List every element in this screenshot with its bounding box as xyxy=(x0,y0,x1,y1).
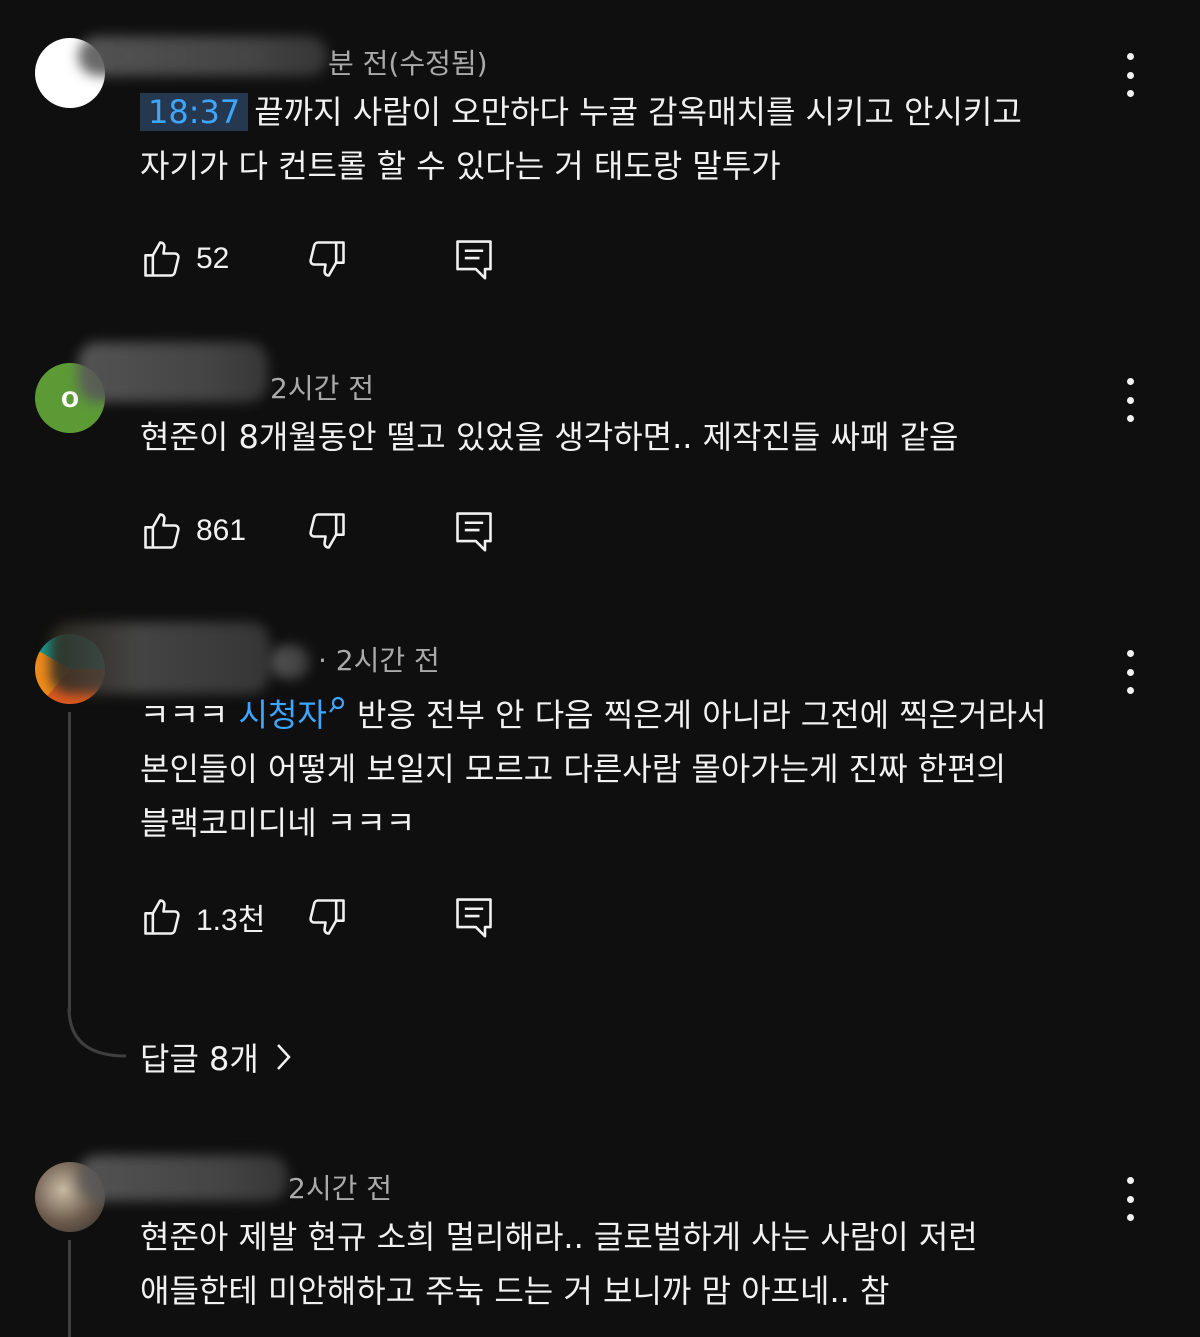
timestamp-link[interactable]: 18:37 xyxy=(140,93,249,131)
thumbs-down-icon xyxy=(309,513,345,549)
replies-count: 답글 8개 xyxy=(140,1040,259,1078)
comment-line: 블랙코미디네 ㅋㅋㅋ xyxy=(140,804,416,842)
dislike-button[interactable] xyxy=(305,893,349,941)
comment-line-suffix: 반응 전부 안 다음 찍은게 아니라 그전에 찍은거라서 xyxy=(346,696,1047,734)
reply-comment-icon xyxy=(456,898,492,938)
like-button[interactable]: 1.3천 xyxy=(140,893,265,941)
blurred-username xyxy=(270,645,310,679)
thread-curve xyxy=(67,1008,127,1058)
more-vert-icon[interactable] xyxy=(1116,1177,1144,1221)
chevron-right-icon xyxy=(276,1044,291,1070)
reply-button[interactable] xyxy=(452,235,496,283)
like-count: 52 xyxy=(196,242,230,275)
reply-button[interactable] xyxy=(452,893,496,941)
dislike-button[interactable] xyxy=(305,235,349,283)
search-link-label: 시청자 xyxy=(238,696,327,734)
thumbs-up-icon xyxy=(144,899,180,935)
blurred-username xyxy=(50,622,270,694)
comment-line: 본인들이 어떻게 보일지 모르고 다른사람 몰아가는게 진짜 한편의 xyxy=(140,750,1007,788)
comment-line: 끝까지 사람이 오만하다 누굴 감옥매치를 시키고 안시키고 xyxy=(254,93,1022,131)
dislike-button[interactable] xyxy=(305,507,349,555)
thumbs-down-icon xyxy=(309,899,345,935)
reply-comment-icon xyxy=(456,512,492,552)
reply-button[interactable] xyxy=(452,507,496,555)
comment-text: ㅋㅋㅋ 시청자 반응 전부 안 다음 찍은게 아니라 그전에 찍은거라서 본인들… xyxy=(140,688,1080,850)
comment-actions: 861 xyxy=(140,507,540,555)
thumbs-up-icon xyxy=(144,513,180,549)
comment-text: 18:37 끝까지 사람이 오만하다 누굴 감옥매치를 시키고 안시키고 자기가 … xyxy=(140,85,1080,193)
thumbs-down-icon xyxy=(309,241,345,277)
more-vert-icon[interactable] xyxy=(1116,650,1144,694)
comment-line: 애들한테 미안해하고 주눅 드는 거 보니까 맘 아프네.. 참 xyxy=(140,1272,890,1310)
like-count: 861 xyxy=(196,514,247,547)
replies-button[interactable]: 답글 8개 xyxy=(140,1032,293,1082)
like-button[interactable]: 52 xyxy=(140,235,229,283)
comment-meta: · 2시간 전 xyxy=(318,644,440,677)
comment-line: 자기가 다 컨트롤 할 수 있다는 거 태도랑 말투가 xyxy=(140,147,781,185)
comment-text: 현준아 제발 현규 소희 멀리해라.. 글로벌하게 사는 사람이 저런 애들한테… xyxy=(140,1210,1080,1318)
blurred-username xyxy=(78,342,268,402)
more-vert-icon[interactable] xyxy=(1116,378,1144,422)
comment-actions: 1.3천 xyxy=(140,893,540,941)
comment-meta: 2시간 전 xyxy=(270,372,374,405)
like-button[interactable]: 861 xyxy=(140,507,246,555)
comment-actions: 52 xyxy=(140,235,540,283)
search-icon xyxy=(328,696,344,713)
comment-line: 현준아 제발 현규 소희 멀리해라.. 글로벌하게 사는 사람이 저런 xyxy=(140,1218,978,1256)
thumbs-up-icon xyxy=(144,241,180,277)
comment-meta: 분 전(수정됨) xyxy=(328,47,488,80)
thread-line xyxy=(68,712,71,1012)
comment-line: 현준이 8개월동안 떨고 있었을 생각하면.. 제작진들 싸패 같음 xyxy=(140,418,959,456)
search-link[interactable]: 시청자 xyxy=(239,696,347,734)
reply-comment-icon xyxy=(456,240,492,280)
thread-line xyxy=(68,1240,71,1337)
comment-line-prefix: ㅋㅋㅋ xyxy=(140,696,239,734)
more-vert-icon[interactable] xyxy=(1116,53,1144,97)
like-count: 1.3천 xyxy=(196,904,266,937)
comment-meta: 2시간 전 xyxy=(288,1172,392,1205)
blurred-username xyxy=(78,36,328,76)
comment-text: 현준이 8개월동안 떨고 있었을 생각하면.. 제작진들 싸패 같음 xyxy=(140,410,1080,464)
blurred-username xyxy=(78,1155,288,1201)
